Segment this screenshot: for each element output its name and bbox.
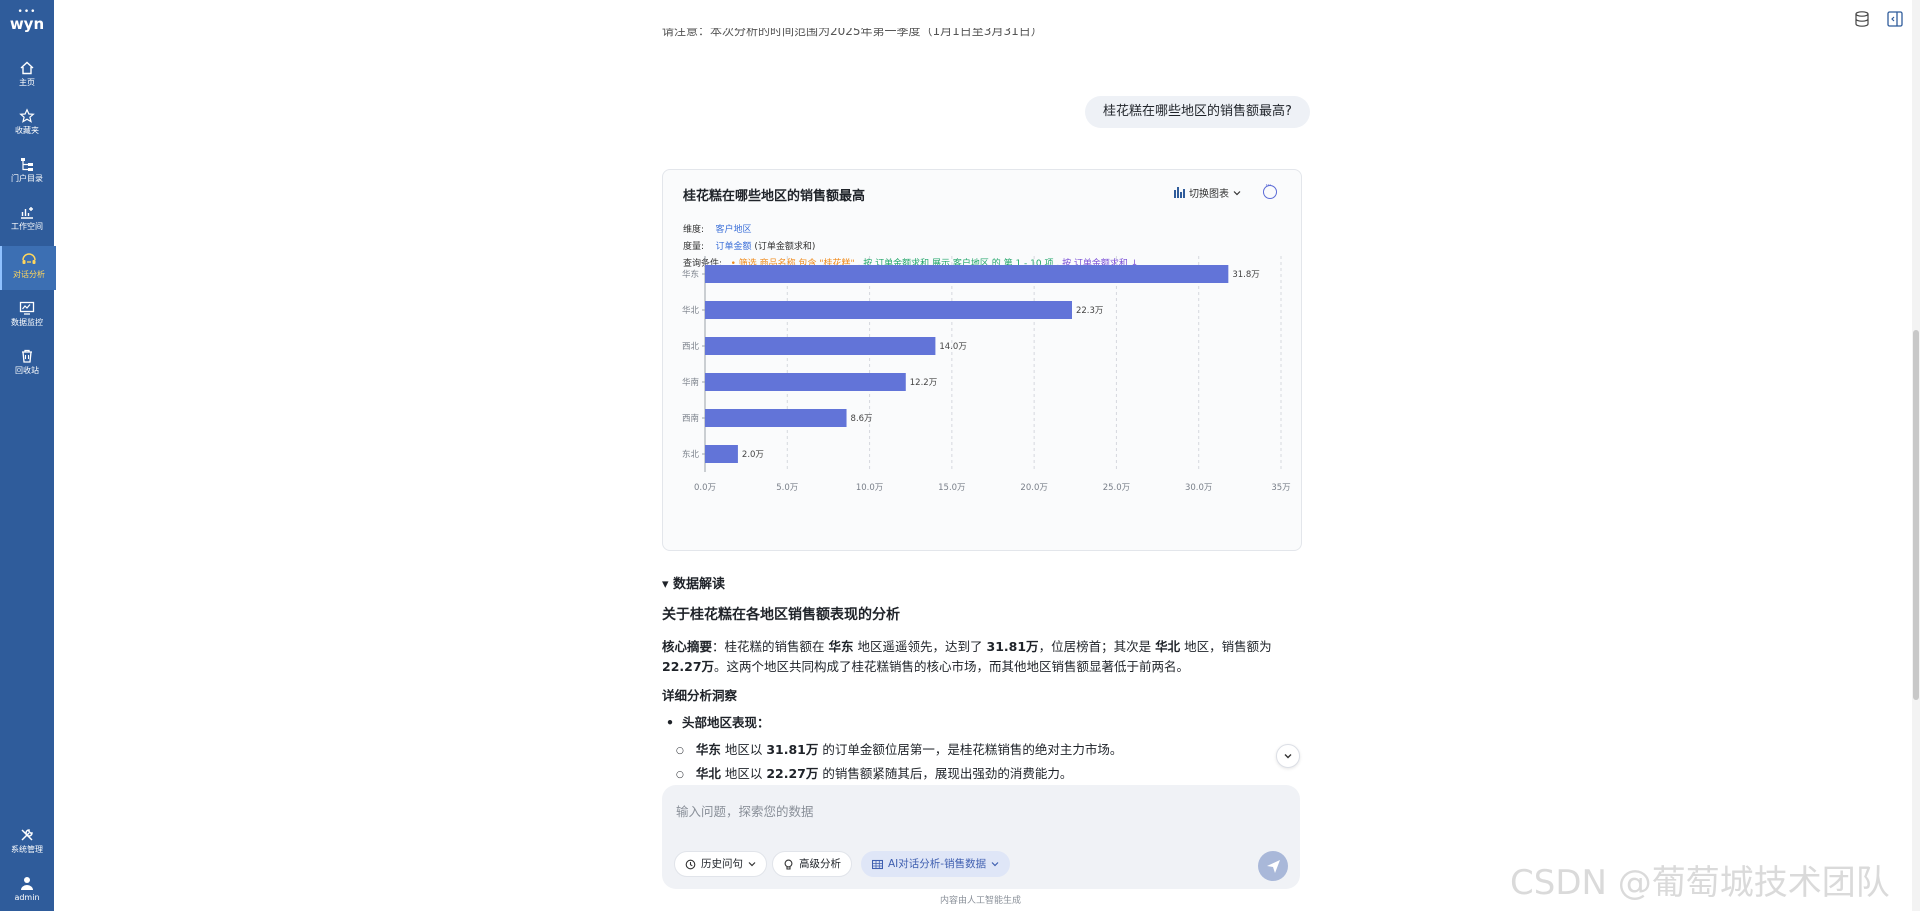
sidebar-item-label: 数据监控	[11, 318, 43, 327]
sidebar-item-label: 收藏夹	[15, 126, 39, 135]
send-icon	[1267, 860, 1280, 873]
switch-chart-label: 切换图表	[1189, 189, 1229, 200]
scrollbar-thumb[interactable]	[1913, 330, 1919, 700]
chevron-down-icon	[1284, 754, 1292, 759]
y-tick-label: 西北	[682, 342, 700, 352]
sidebar-item-workspace[interactable]: 工作空间	[0, 198, 54, 242]
x-tick-label: 35万	[1271, 483, 1290, 493]
user-icon	[21, 877, 33, 890]
sidebar-item-recycle-bin[interactable]: 回收站	[0, 342, 54, 386]
advanced-analysis-button[interactable]: 高级分析	[772, 851, 852, 877]
monitor-icon	[19, 301, 35, 315]
y-tick-label: 华东	[682, 269, 699, 280]
y-tick-label: 华南	[682, 377, 699, 388]
bar	[705, 337, 936, 355]
data-label: 12.2万	[910, 378, 937, 388]
dimension-value[interactable]: 客户地区	[716, 225, 752, 235]
bulb-icon	[784, 859, 793, 870]
x-tick-label: 20.0万	[1020, 483, 1047, 493]
chart-title: 桂花糕在哪些地区的销售额最高	[683, 189, 866, 204]
sidebar-item-label: 系统管理	[11, 845, 43, 854]
sidebar-item-label: 回收站	[15, 366, 39, 375]
dataset-selector[interactable]: AI对话分析-销售数据	[861, 851, 1011, 877]
sidebar: ••• wyn 主页 收藏夹 门户目录 工作空间 对话分析 数据监控 回收站 系…	[0, 0, 56, 913]
data-interpretation-toggle[interactable]: ▾ 数据解读	[662, 573, 725, 592]
sidebar-item-user[interactable]: admin	[0, 869, 54, 913]
star-icon	[19, 108, 35, 123]
sidebar-item-label: 对话分析	[13, 270, 45, 279]
sidebar-item-chat-analysis[interactable]: 对话分析	[0, 246, 56, 290]
data-label: 22.3万	[1076, 306, 1103, 316]
analysis-heading: 关于桂花糕在各地区销售额表现的分析	[662, 607, 900, 623]
chart-card: 桂花糕在哪些地区的销售额最高 切换图表 维度: 客户地区 度量: 订单金额 (订…	[662, 169, 1302, 551]
previous-message-text: 请注意：本次分析的时间范围为2025年第一季度（1月1日至3月31日）	[662, 28, 1043, 38]
scroll-down-button[interactable]	[1276, 744, 1300, 768]
y-tick-label: 东北	[682, 449, 700, 460]
sidebar-item-label: 门户目录	[11, 174, 43, 183]
chat-input-box[interactable]: 输入问题，探索您的数据 历史问句 高级分析 AI对话分析-销售数据	[662, 785, 1300, 889]
switch-chart-button[interactable]: 切换图表	[1174, 185, 1241, 200]
data-label: 14.0万	[939, 342, 966, 352]
history-icon	[685, 859, 696, 869]
x-tick-label: 15.0万	[938, 483, 965, 493]
data-label: 31.8万	[1232, 270, 1259, 280]
settings-icon	[21, 829, 33, 841]
detail-heading: 详细分析洞察	[662, 688, 738, 703]
chat-analysis-icon	[22, 253, 36, 264]
y-tick-label: 西南	[682, 413, 699, 424]
ai-disclaimer: 内容由人工智能生成	[940, 896, 1022, 906]
bar	[705, 445, 738, 463]
sidebar-item-portal-directory[interactable]: 门户目录	[0, 150, 54, 194]
sidebar-item-home[interactable]: 主页	[0, 54, 54, 98]
chevron-down-icon	[748, 862, 756, 867]
sidebar-item-system-admin[interactable]: 系统管理	[0, 821, 54, 865]
directory-icon	[21, 158, 33, 171]
x-tick-label: 25.0万	[1103, 483, 1130, 493]
database-icon[interactable]	[1853, 10, 1871, 28]
x-tick-label: 30.0万	[1185, 483, 1212, 493]
sidebar-item-data-monitor[interactable]: 数据监控	[0, 294, 54, 338]
watermark-text: CSDN @葡萄城技术团队	[1510, 863, 1890, 903]
x-tick-label: 0.0万	[694, 483, 716, 493]
bar-chart: 0.0万 5.0万 10.0万 15.0万 20.0万 25.0万 30.0万 35万 华东 31…	[682, 256, 1291, 493]
bar	[705, 409, 847, 427]
chevron-down-icon	[1233, 190, 1241, 195]
history-questions-button[interactable]: 历史问句	[674, 851, 767, 877]
x-tick-label: 10.0万	[856, 483, 883, 493]
list-item: 华东 地区以 31.81万 的订单金额位居第一，是桂花糕销售的绝对主力市场。	[676, 739, 1123, 758]
bar	[705, 265, 1229, 283]
x-tick-label: 5.0万	[776, 483, 798, 493]
app-logo[interactable]: ••• wyn	[0, 8, 54, 33]
list-item: 华北 地区以 22.27万 的销售额紧随其后，展现出强劲的消费能力。	[676, 763, 1073, 782]
sidebar-item-favorites[interactable]: 收藏夹	[0, 102, 54, 146]
dimension-row: 维度: 客户地区	[683, 222, 752, 235]
panel-toggle-icon[interactable]	[1886, 10, 1904, 28]
data-label: 2.0万	[742, 450, 764, 460]
chevron-down-icon	[991, 862, 999, 867]
sidebar-item-label: 主页	[19, 78, 35, 87]
workspace-icon	[21, 207, 33, 219]
list-item: 头部地区表现：	[662, 712, 770, 731]
summary-paragraph: 核心摘要：桂花糕的销售额在 华东 地区遥遥领先，达到了 31.81万，位居榜首；…	[662, 639, 1272, 674]
logo-text: wyn	[9, 15, 45, 33]
dimension-label: 维度:	[683, 225, 705, 235]
chat-input[interactable]: 输入问题，探索您的数据	[676, 801, 814, 820]
trash-icon	[22, 349, 32, 363]
y-tick-label: 华北	[682, 305, 700, 316]
user-question-bubble: 桂花糕在哪些地区的销售额最高?	[1085, 96, 1310, 128]
send-button[interactable]	[1258, 851, 1288, 881]
home-icon	[20, 61, 34, 75]
sidebar-item-label: admin	[14, 893, 40, 902]
bar	[705, 301, 1072, 319]
bar	[705, 373, 906, 391]
more-options-icon[interactable]	[1263, 181, 1277, 199]
data-label: 8.6万	[851, 414, 873, 424]
sidebar-item-label: 工作空间	[11, 222, 43, 231]
table-icon	[872, 859, 883, 869]
bar-chart-icon	[1174, 187, 1185, 198]
